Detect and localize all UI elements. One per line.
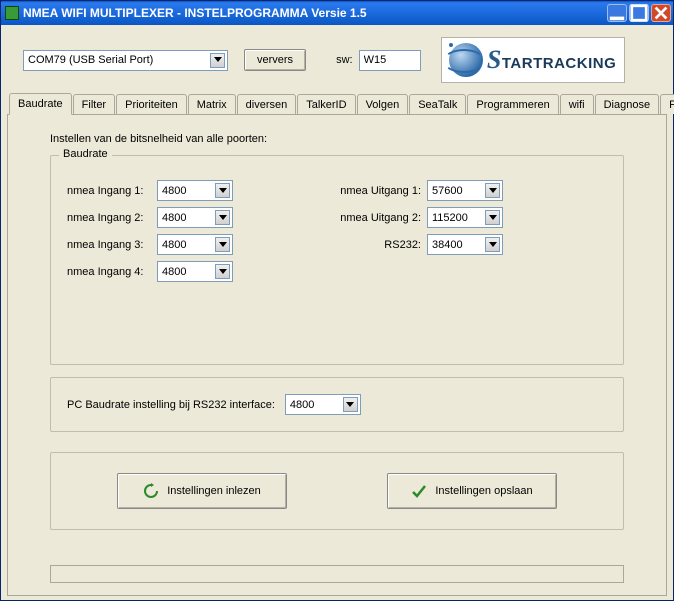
in4-select[interactable]: 4800 [157, 261, 233, 282]
intro-text: Instellen van de bitsnelheid van alle po… [50, 133, 624, 145]
chevron-down-icon [215, 264, 230, 279]
read-settings-button[interactable]: Instellingen inlezen [117, 473, 287, 509]
brand-logo: STARTRACKING [441, 37, 625, 83]
minimize-button[interactable] [607, 4, 627, 22]
rs232-label: RS232: [327, 239, 427, 251]
refresh-button[interactable]: ververs [244, 49, 306, 71]
save-button-label: Instellingen opslaan [435, 485, 532, 497]
tab-prioriteiten[interactable]: Prioriteiten [116, 94, 187, 114]
status-bar [50, 565, 624, 583]
check-icon [411, 483, 427, 499]
in3-label: nmea Ingang 3: [67, 239, 157, 251]
app-icon [5, 6, 19, 20]
baudrate-legend: Baudrate [59, 148, 112, 160]
title-bar: NMEA WIFI MULTIPLEXER - INSTELPROGRAMMA … [1, 1, 673, 25]
chevron-down-icon [215, 237, 230, 252]
sw-label: sw: [336, 54, 353, 66]
in3-select[interactable]: 4800 [157, 234, 233, 255]
action-buttons: Instellingen inlezen Instellingen opslaa… [50, 452, 624, 530]
chevron-down-icon [215, 210, 230, 225]
tab-programmeren[interactable]: Programmeren [467, 94, 558, 114]
refresh-icon [143, 483, 159, 499]
in1-select[interactable]: 4800 [157, 180, 233, 201]
out1-label: nmea Uitgang 1: [327, 185, 427, 197]
tab-strip: Baudrate Filter Prioriteiten Matrix dive… [7, 93, 667, 115]
pc-baud-label: PC Baudrate instelling bij RS232 interfa… [67, 399, 275, 411]
in1-label: nmea Ingang 1: [67, 185, 157, 197]
brand-name: STARTRACKING [487, 45, 616, 75]
in2-select[interactable]: 4800 [157, 207, 233, 228]
pc-baud-select[interactable]: 4800 [285, 394, 361, 415]
in2-label: nmea Ingang 2: [67, 212, 157, 224]
tab-volgen[interactable]: Volgen [357, 94, 409, 114]
chevron-down-icon [210, 53, 225, 68]
com-port-select[interactable]: COM79 (USB Serial Port) [23, 50, 228, 71]
save-settings-button[interactable]: Instellingen opslaan [387, 473, 557, 509]
close-button[interactable] [651, 4, 671, 22]
window-title: NMEA WIFI MULTIPLEXER - INSTELPROGRAMMA … [23, 6, 605, 20]
tab-page-baudrate: Instellen van de bitsnelheid van alle po… [7, 115, 667, 596]
tab-talkerid[interactable]: TalkerID [297, 94, 355, 114]
out2-select[interactable]: 115200 [427, 207, 503, 228]
tab-polar[interactable]: Polar [660, 94, 674, 114]
out1-select[interactable]: 57600 [427, 180, 503, 201]
tab-filter[interactable]: Filter [73, 94, 115, 114]
read-button-label: Instellingen inlezen [167, 485, 261, 497]
top-toolbar: COM79 (USB Serial Port) ververs sw: STAR… [7, 29, 667, 91]
maximize-button[interactable] [629, 4, 649, 22]
chevron-down-icon [485, 237, 500, 252]
tab-baudrate[interactable]: Baudrate [9, 93, 72, 115]
pc-baudrate-group: PC Baudrate instelling bij RS232 interfa… [50, 377, 624, 432]
in4-label: nmea Ingang 4: [67, 266, 157, 278]
out2-label: nmea Uitgang 2: [327, 212, 427, 224]
chevron-down-icon [343, 397, 358, 412]
globe-icon [449, 43, 483, 77]
chevron-down-icon [215, 183, 230, 198]
chevron-down-icon [485, 210, 500, 225]
tab-wifi[interactable]: wifi [560, 94, 594, 114]
rs232-select[interactable]: 38400 [427, 234, 503, 255]
tab-matrix[interactable]: Matrix [188, 94, 236, 114]
com-port-value: COM79 (USB Serial Port) [28, 54, 208, 66]
tab-diagnose[interactable]: Diagnose [595, 94, 659, 114]
chevron-down-icon [485, 183, 500, 198]
tab-seatalk[interactable]: SeaTalk [409, 94, 466, 114]
tab-diversen[interactable]: diversen [237, 94, 297, 114]
sw-version-field[interactable] [359, 50, 421, 71]
baudrate-group: Baudrate nmea Ingang 1: 4800 nmea Uitgan… [50, 155, 624, 365]
